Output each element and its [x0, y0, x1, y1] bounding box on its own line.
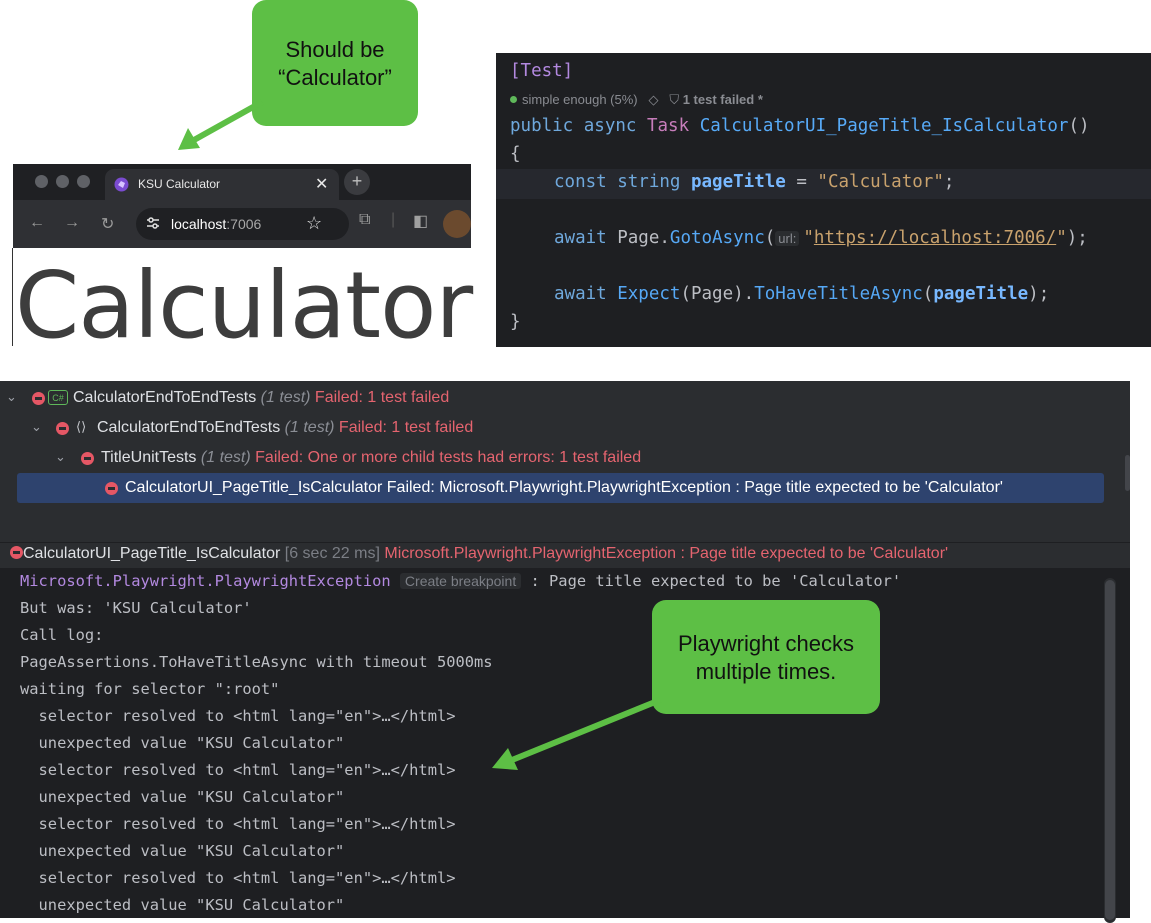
chevron-down-icon[interactable]: ⌄ — [6, 389, 17, 405]
window-minimize-dot[interactable] — [56, 175, 69, 188]
text-cursor — [12, 248, 13, 346]
code-line-const: const string pageTitle = "Calculator"; — [554, 172, 955, 192]
chevron-down-icon[interactable]: ⌄ — [55, 449, 66, 465]
test-runner-panel: ⌄ C# CalculatorEndToEndTests (1 test) Fa… — [0, 381, 1130, 923]
console-line: selector resolved to <html lang="en">…</… — [20, 707, 456, 725]
namespace-icon: ⟨⟩ — [76, 419, 87, 434]
shield-icon: ⛉ — [669, 92, 680, 107]
console-scrollbar-thumb[interactable] — [1105, 580, 1115, 920]
code-vision-hints[interactable]: simple enough (5%) ◇ ⛉ 1 test failed * — [510, 92, 763, 108]
console-line: unexpected value "KSU Calculator" — [20, 896, 345, 914]
browser-window: KSU Calculator ✕ + ← → ↻ localhost:7006 … — [13, 164, 471, 248]
failed-icon — [32, 392, 45, 405]
test-output-console[interactable]: Microsoft.Playwright.PlaywrightException… — [0, 568, 1130, 923]
console-scrollbar[interactable] — [1104, 578, 1116, 923]
failed-icon — [10, 546, 23, 559]
chevron-down-icon[interactable]: ⌄ — [31, 419, 42, 435]
url-text: localhost:7006 — [171, 216, 262, 232]
console-exception-line: Microsoft.Playwright.PlaywrightException… — [20, 572, 902, 590]
console-line: Call log: — [20, 626, 104, 644]
tab-bar: KSU Calculator ✕ + — [13, 164, 471, 200]
callout-should-be-calculator: Should be “Calculator” — [252, 0, 418, 126]
test-tree-row[interactable]: ⌄ C# CalculatorEndToEndTests (1 test) Fa… — [0, 383, 1130, 413]
csharp-project-icon: C# — [48, 390, 68, 405]
side-panel-icon[interactable]: ◧ — [413, 211, 428, 231]
page-heading: Calculator — [15, 252, 473, 359]
code-line-expect: await Expect(Page).ToHaveTitleAsync(page… — [554, 284, 1050, 304]
failed-icon — [81, 452, 94, 465]
selected-test-row[interactable]: CalculatorUI_PageTitle_IsCalculator Fail… — [17, 473, 1104, 503]
test-tree-row[interactable]: ⌄ TitleUnitTests (1 test) Failed: One or… — [0, 443, 1130, 473]
console-line: PageAssertions.ToHaveTitleAsync with tim… — [20, 653, 493, 671]
code-open-brace: { — [510, 144, 521, 164]
test-tree-row[interactable]: ⌄ ⟨⟩ CalculatorEndToEndTests (1 test) Fa… — [0, 413, 1130, 443]
new-tab-icon[interactable]: + — [344, 169, 370, 195]
reload-icon[interactable]: ↻ — [101, 214, 114, 234]
extensions-icon[interactable]: ⧉ — [359, 211, 370, 229]
console-line: waiting for selector ":root" — [20, 680, 280, 698]
output-header: CalculatorUI_PageTitle_IsCalculator [6 s… — [10, 545, 948, 563]
forward-icon[interactable]: → — [64, 214, 80, 232]
console-line: selector resolved to <html lang="en">…</… — [20, 869, 456, 887]
profile-avatar[interactable] — [443, 210, 471, 238]
toolbar-divider: | — [391, 211, 396, 228]
back-icon[interactable]: ← — [29, 214, 45, 232]
browser-tab[interactable]: KSU Calculator ✕ — [105, 169, 339, 200]
code-editor[interactable]: [Test] simple enough (5%) ◇ ⛉ 1 test fai… — [496, 53, 1151, 347]
navigation-bar: ← → ↻ localhost:7006 ☆ ⧉ | ◧ — [13, 200, 471, 248]
code-signature: public async Task CalculatorUI_PageTitle… — [510, 116, 1090, 136]
console-line: selector resolved to <html lang="en">…</… — [20, 815, 456, 833]
failed-icon — [56, 422, 69, 435]
site-settings-icon[interactable] — [146, 216, 160, 230]
code-line-goto: await Page.GotoAsync(url: "https://localh… — [554, 228, 1088, 248]
address-bar[interactable]: localhost:7006 ☆ — [136, 208, 349, 240]
console-line: But was: 'KSU Calculator' — [20, 599, 252, 617]
code-attribute: [Test] — [510, 61, 574, 81]
failed-icon — [105, 482, 118, 495]
code-url-link[interactable]: https://localhost:7006/ — [814, 228, 1056, 248]
create-breakpoint-button[interactable]: Create breakpoint — [399, 573, 522, 589]
tab-title: KSU Calculator — [138, 177, 221, 191]
callout-playwright-checks: Playwright checks multiple times. — [652, 600, 880, 714]
blazor-favicon-icon — [114, 177, 129, 192]
console-line: selector resolved to <html lang="en">…</… — [20, 761, 456, 779]
parameter-hint: url: — [775, 231, 800, 246]
window-maximize-dot[interactable] — [77, 175, 90, 188]
window-close-dot[interactable] — [35, 175, 48, 188]
bookmark-star-icon[interactable]: ☆ — [306, 213, 322, 234]
tab-close-icon[interactable]: ✕ — [315, 174, 328, 194]
console-line: unexpected value "KSU Calculator" — [20, 788, 345, 806]
complexity-dot-icon — [510, 96, 517, 103]
panel-divider — [0, 542, 1130, 543]
console-line: unexpected value "KSU Calculator" — [20, 842, 345, 860]
diamond-icon: ◇ — [648, 92, 659, 107]
code-close-brace: } — [510, 312, 521, 332]
arrowhead-icon — [178, 128, 200, 150]
console-line: unexpected value "KSU Calculator" — [20, 734, 345, 752]
